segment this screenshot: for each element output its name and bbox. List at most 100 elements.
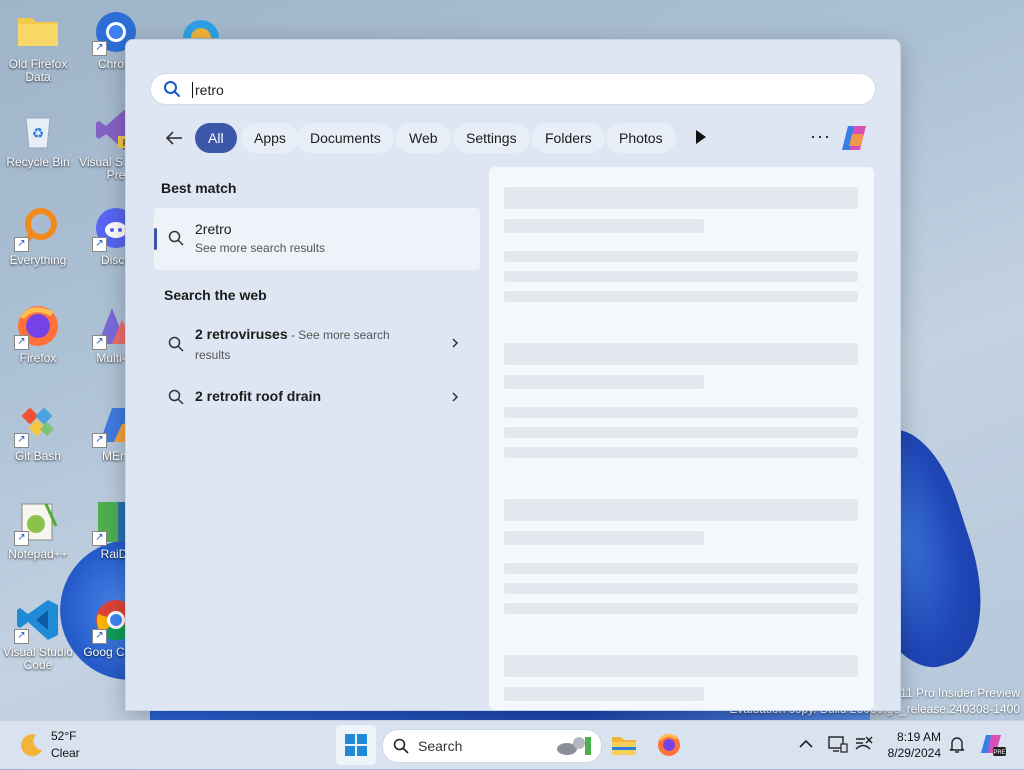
desktop-icon-label: Old Firefox Data: [8, 57, 68, 84]
web-result-suffix2: results: [195, 348, 231, 362]
search-icon: [393, 738, 409, 754]
filter-photos[interactable]: Photos: [606, 123, 676, 153]
filter-all[interactable]: All: [195, 123, 237, 153]
copilot-icon[interactable]: [840, 124, 870, 152]
system-clock[interactable]: 8:19 AM 8/29/2024: [885, 729, 941, 761]
desktop-icon-recycle-bin[interactable]: ♻ Recycle Bin: [0, 108, 79, 169]
shortcut-arrow-icon: ↗: [14, 629, 29, 644]
search-box[interactable]: [150, 73, 876, 105]
loading-placeholder: [504, 343, 858, 365]
folder-icon: [16, 10, 60, 54]
recycle-bin-icon: ♻: [16, 108, 60, 152]
search-web-heading: Search the web: [164, 287, 267, 303]
filter-apps[interactable]: Apps: [241, 123, 299, 153]
more-options-button[interactable]: ···: [810, 126, 831, 147]
web-result-item[interactable]: 2 retrofit roof drain: [154, 382, 480, 412]
desktop-icon-old-firefox-data[interactable]: Old Firefox Data: [0, 10, 79, 84]
desktop-icon-git-bash[interactable]: ↗ Git Bash: [0, 402, 79, 463]
loading-placeholder: [504, 187, 858, 209]
firefox-icon: ↗: [14, 304, 60, 350]
shortcut-arrow-icon: ↗: [92, 41, 107, 56]
copilot-pre-icon[interactable]: PRE: [980, 733, 1006, 757]
loading-placeholder: [504, 603, 858, 614]
everything-icon: ↗: [14, 206, 60, 252]
file-explorer-icon: [612, 737, 636, 755]
loading-placeholder: [504, 447, 858, 458]
chevron-up-icon[interactable]: [795, 733, 817, 755]
chevron-right-icon: [452, 338, 459, 348]
loading-placeholder: [504, 531, 704, 545]
loading-placeholder: [504, 375, 704, 389]
filter-bar: All Apps Documents Web Settings Folders …: [150, 122, 880, 154]
display-icon[interactable]: [826, 733, 848, 755]
clock-time: 8:19 AM: [896, 730, 941, 744]
notification-bell-icon[interactable]: [946, 733, 968, 755]
shortcut-arrow-icon: ↗: [92, 531, 107, 546]
desktop-icon-label: Recycle Bin: [6, 155, 70, 169]
filter-settings[interactable]: Settings: [453, 123, 530, 153]
best-match-item[interactable]: 2retro See more search results: [154, 208, 480, 270]
more-filters-play-icon[interactable]: [696, 130, 706, 144]
search-flyout: All Apps Documents Web Settings Folders …: [125, 39, 901, 711]
loading-placeholder: [504, 291, 858, 302]
best-match-subtitle: See more search results: [195, 241, 326, 255]
shortcut-arrow-icon: ↗: [92, 237, 107, 252]
loading-placeholder: [504, 583, 858, 594]
selection-accent: [154, 228, 157, 250]
desktop-icon-notepadpp[interactable]: ↗ Notepad++: [0, 500, 79, 561]
loading-placeholder: [504, 655, 858, 677]
search-icon: [168, 230, 184, 246]
taskbar-search-label: Search: [418, 738, 463, 754]
firefox-icon: [658, 733, 680, 756]
loading-placeholder: [504, 407, 858, 418]
desktop-icon-vscode[interactable]: ↗ Visual Studio Code: [0, 598, 79, 672]
loading-placeholder: [504, 563, 858, 574]
preview-pane-loading: [489, 167, 874, 710]
search-highlight-icon: [557, 737, 591, 755]
loading-placeholder: [504, 219, 704, 233]
shortcut-arrow-icon: ↗: [14, 237, 29, 252]
weather-condition: Clear: [51, 746, 80, 760]
shortcut-arrow-icon: ↗: [14, 335, 29, 350]
network-status-icon[interactable]: [852, 733, 874, 755]
desktop-icon-everything[interactable]: ↗ Everything: [0, 206, 79, 267]
start-button[interactable]: [336, 725, 376, 765]
web-result-suffix: - See more search: [287, 328, 390, 342]
shortcut-arrow-icon: ↗: [92, 629, 107, 644]
loading-placeholder: [504, 427, 858, 438]
desktop-icon-label: Git Bash: [14, 449, 62, 463]
clock-date: 8/29/2024: [887, 746, 941, 760]
search-icon: [168, 336, 184, 352]
filter-folders[interactable]: Folders: [532, 123, 605, 153]
back-arrow-icon[interactable]: [164, 128, 184, 148]
filter-documents[interactable]: Documents: [297, 123, 394, 153]
search-icon: [168, 389, 184, 405]
text-cursor: [192, 82, 193, 98]
svg-text:PRE: PRE: [993, 750, 1005, 756]
web-result-item[interactable]: 2 retroviruses - See more search results: [154, 320, 480, 366]
chevron-right-icon: [452, 392, 459, 402]
best-match-title: 2retro: [195, 221, 232, 237]
loading-placeholder: [504, 499, 858, 521]
taskbar-search-box[interactable]: Search: [382, 729, 602, 763]
file-explorer-button[interactable]: [604, 725, 644, 765]
notepadpp-icon: ↗: [14, 500, 60, 546]
weather-temperature: 52°F: [51, 729, 77, 743]
web-result-title: 2 retroviruses: [195, 326, 288, 342]
firefox-taskbar-button[interactable]: [649, 725, 689, 765]
search-input[interactable]: [193, 78, 857, 102]
desktop-icon-label: Everything: [9, 253, 67, 267]
windows-logo-icon: [345, 734, 367, 756]
taskbar: 52°F Clear Search 8:19 AM 8/29/2024 PRE: [0, 720, 1024, 769]
moon-icon: [21, 734, 42, 757]
watermark-line1: 11 Pro Insider Preview: [900, 686, 1020, 700]
shortcut-arrow-icon: ↗: [92, 335, 107, 350]
svg-text:♻: ♻: [32, 125, 45, 141]
loading-placeholder: [504, 251, 858, 262]
shortcut-arrow-icon: ↗: [92, 433, 107, 448]
desktop-icon-label: Visual Studio Code: [3, 645, 73, 672]
git-bash-icon: ↗: [14, 402, 60, 448]
desktop-icon-label: Notepad++: [8, 547, 68, 561]
filter-web[interactable]: Web: [396, 123, 451, 153]
desktop-icon-firefox[interactable]: ↗ Firefox: [0, 304, 79, 365]
